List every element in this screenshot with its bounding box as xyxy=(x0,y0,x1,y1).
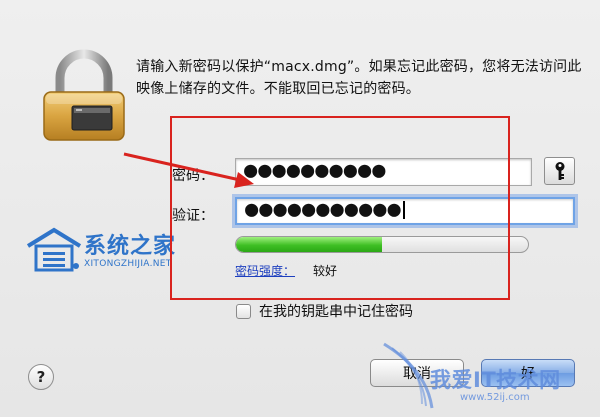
watermark-right-subtitle: www.52ij.com xyxy=(460,392,530,403)
password-field[interactable]: ●●●●●●●●●● xyxy=(235,158,532,186)
watermark-left-title: 系统之家 xyxy=(84,234,177,259)
house-logo-icon xyxy=(26,227,82,272)
password-assistant-button[interactable] xyxy=(544,157,575,185)
password-strength-meter xyxy=(235,236,529,253)
set-password-dialog: 请输入新密码以保护“macx.dmg”。如果忘记此密码，您将无法访问此映像上储存… xyxy=(0,0,600,417)
watermark-left-subtitle: XITONGZHIJIA.NET xyxy=(84,259,172,269)
password-strength-fill xyxy=(236,237,382,252)
verify-value: ●●●●●●●●●●● xyxy=(245,197,402,222)
verify-label: 验证： xyxy=(172,208,214,224)
help-button[interactable]: ? xyxy=(28,364,54,390)
key-icon xyxy=(555,162,564,180)
password-value: ●●●●●●●●●● xyxy=(244,158,387,183)
keychain-option[interactable]: 在我的钥匙串中记住密码 xyxy=(236,301,413,321)
dialog-message: 请输入新密码以保护“macx.dmg”。如果忘记此密码，您将无法访问此映像上储存… xyxy=(136,59,582,97)
lock-icon xyxy=(43,49,125,141)
password-strength-link[interactable]: 密码强度： xyxy=(235,262,295,279)
keychain-checkbox[interactable] xyxy=(236,303,251,319)
cancel-button[interactable]: 取消 xyxy=(370,359,464,387)
password-label: 密码： xyxy=(172,168,214,184)
watermark-xitongzhijia: 系统之家 XITONGZHIJIA.NET xyxy=(26,226,226,276)
password-strength-value: 较好 xyxy=(313,264,338,278)
ok-button[interactable]: 好 xyxy=(481,359,575,387)
keychain-label: 在我的钥匙串中记住密码 xyxy=(259,304,413,320)
verify-field[interactable]: ●●●●●●●●●●● xyxy=(235,197,575,225)
text-caret xyxy=(402,201,405,219)
